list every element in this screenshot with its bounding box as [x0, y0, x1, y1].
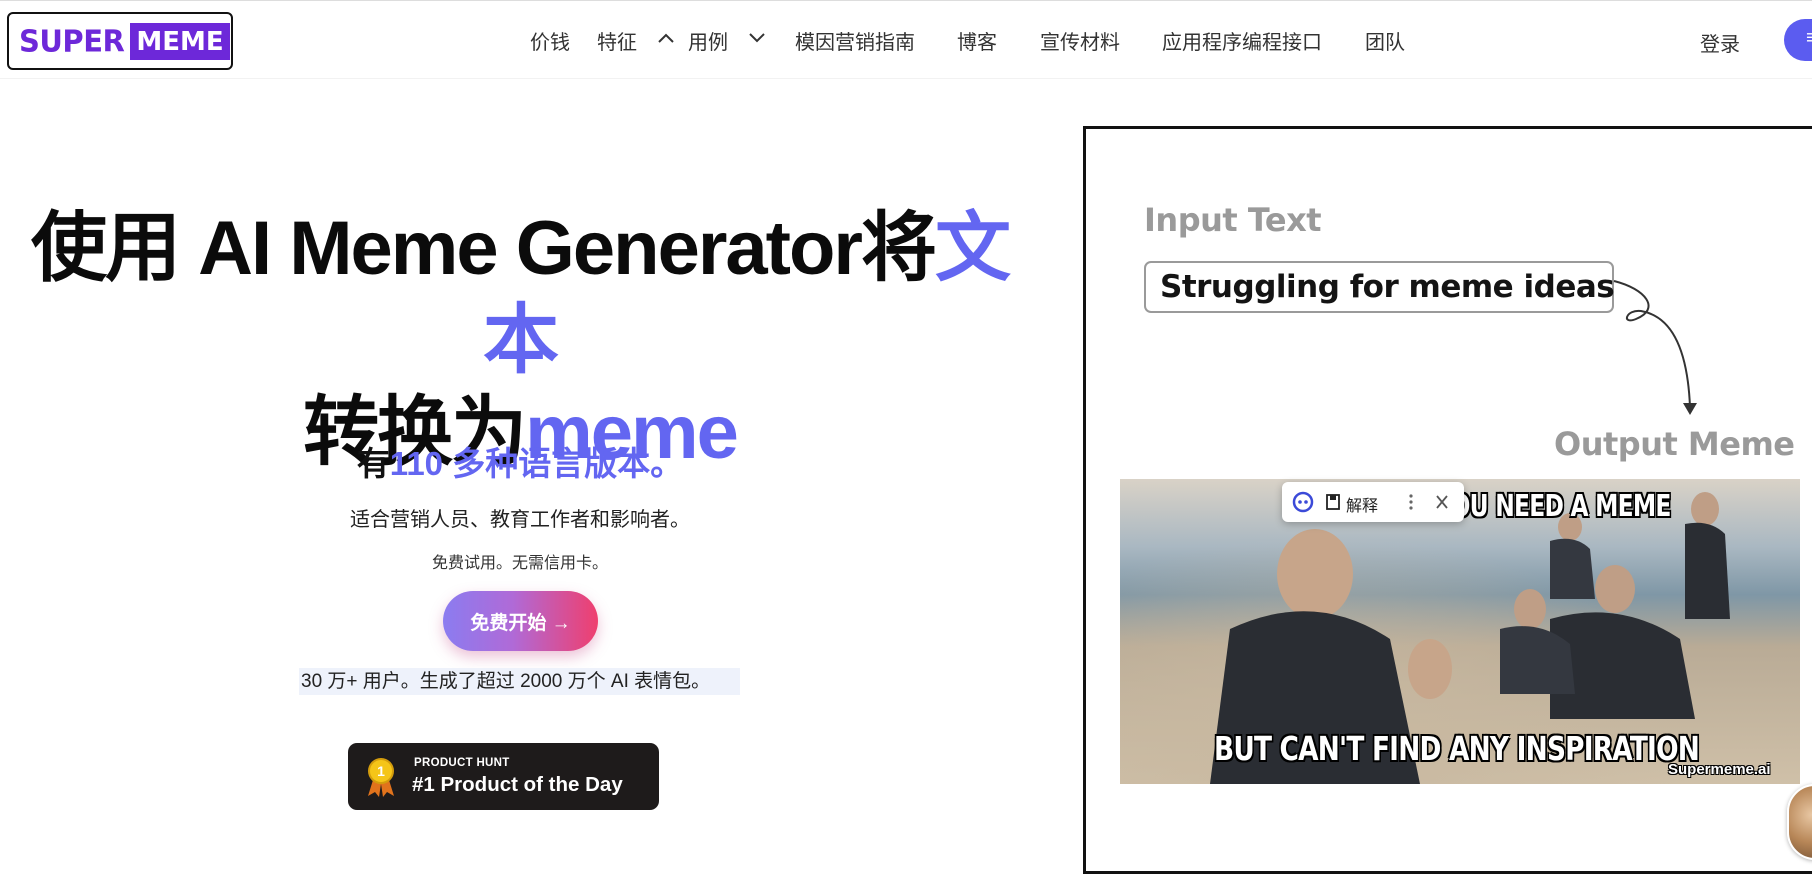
nav-item-blog[interactable]: 博客 — [957, 26, 997, 55]
nav-item-use-cases[interactable]: 用例 — [688, 26, 728, 55]
medal-icon: 1 — [368, 758, 394, 797]
free-trial-note: 免费试用。无需信用卡。 — [431, 555, 608, 572]
nav-item-api[interactable]: 应用程序编程接口 — [1162, 26, 1322, 55]
bookmark-icon[interactable] — [1324, 482, 1342, 522]
robot-icon[interactable] — [1291, 482, 1315, 522]
main-nav: 价钱 特征 用例 模因营销指南 博客 宣传材料 应用程序编程接口 团队 — [0, 1, 1812, 78]
languages-prefix: 有 — [356, 445, 390, 482]
user-stats: 30 万+ 用户。生成了超过 2000 万个 AI 表情包。 — [299, 668, 740, 695]
product-hunt-badge[interactable]: 1 PRODUCT HUNT #1 Product of the Day — [348, 743, 659, 810]
chevron-down-icon[interactable] — [748, 31, 766, 45]
explain-label[interactable]: 解释 — [1346, 492, 1378, 516]
meme-image: WHEN YOU NEED A MEME BUT CAN'T FIND ANY … — [1120, 479, 1800, 784]
close-icon[interactable] — [1430, 482, 1454, 522]
audience-line: 适合营销人员、教育工作者和影响者。 — [350, 509, 690, 531]
medal-number: 1 — [377, 763, 385, 779]
start-free-button[interactable]: 免费开始 → — [443, 591, 598, 651]
languages-accent: 110 多种语言版本。 — [389, 445, 684, 482]
nav-item-meme-marketing-guide[interactable]: 模因营销指南 — [795, 26, 915, 55]
nav-item-team[interactable]: 团队 — [1365, 26, 1405, 55]
product-hunt-label: PRODUCT HUNT — [414, 757, 510, 769]
login-link[interactable]: 登录 — [1700, 28, 1740, 57]
menu-icon: ≡ — [1806, 27, 1812, 49]
meme-watermark: Supermeme.ai — [1668, 761, 1771, 778]
nav-item-pricing[interactable]: 价钱 — [530, 26, 570, 55]
translate-popup: 解释 — [1282, 482, 1464, 522]
input-text-box: Struggling for meme ideas — [1144, 261, 1615, 313]
chevron-up-icon[interactable] — [657, 31, 675, 45]
meme-bottom-caption: BUT CAN'T FIND ANY INSPIRATION — [1214, 729, 1700, 768]
hero-title-part1: 使用 AI Meme Generator将 — [31, 206, 937, 291]
more-icon[interactable] — [1405, 482, 1417, 522]
curved-arrow-icon — [1613, 280, 1697, 415]
languages-line: 有110 多种语言版本。 — [20, 437, 1020, 485]
output-meme-label: Output Meme — [1554, 425, 1795, 463]
nav-item-press-kit[interactable]: 宣传材料 — [1040, 26, 1120, 55]
nav-item-features[interactable]: 特征 — [597, 26, 637, 55]
site-header: SUPER MEME 价钱 特征 用例 模因营销指南 博客 宣传材料 应用程序编… — [0, 0, 1812, 78]
input-text-label: Input Text — [1144, 201, 1322, 239]
product-hunt-title: #1 Product of the Day — [412, 773, 623, 796]
